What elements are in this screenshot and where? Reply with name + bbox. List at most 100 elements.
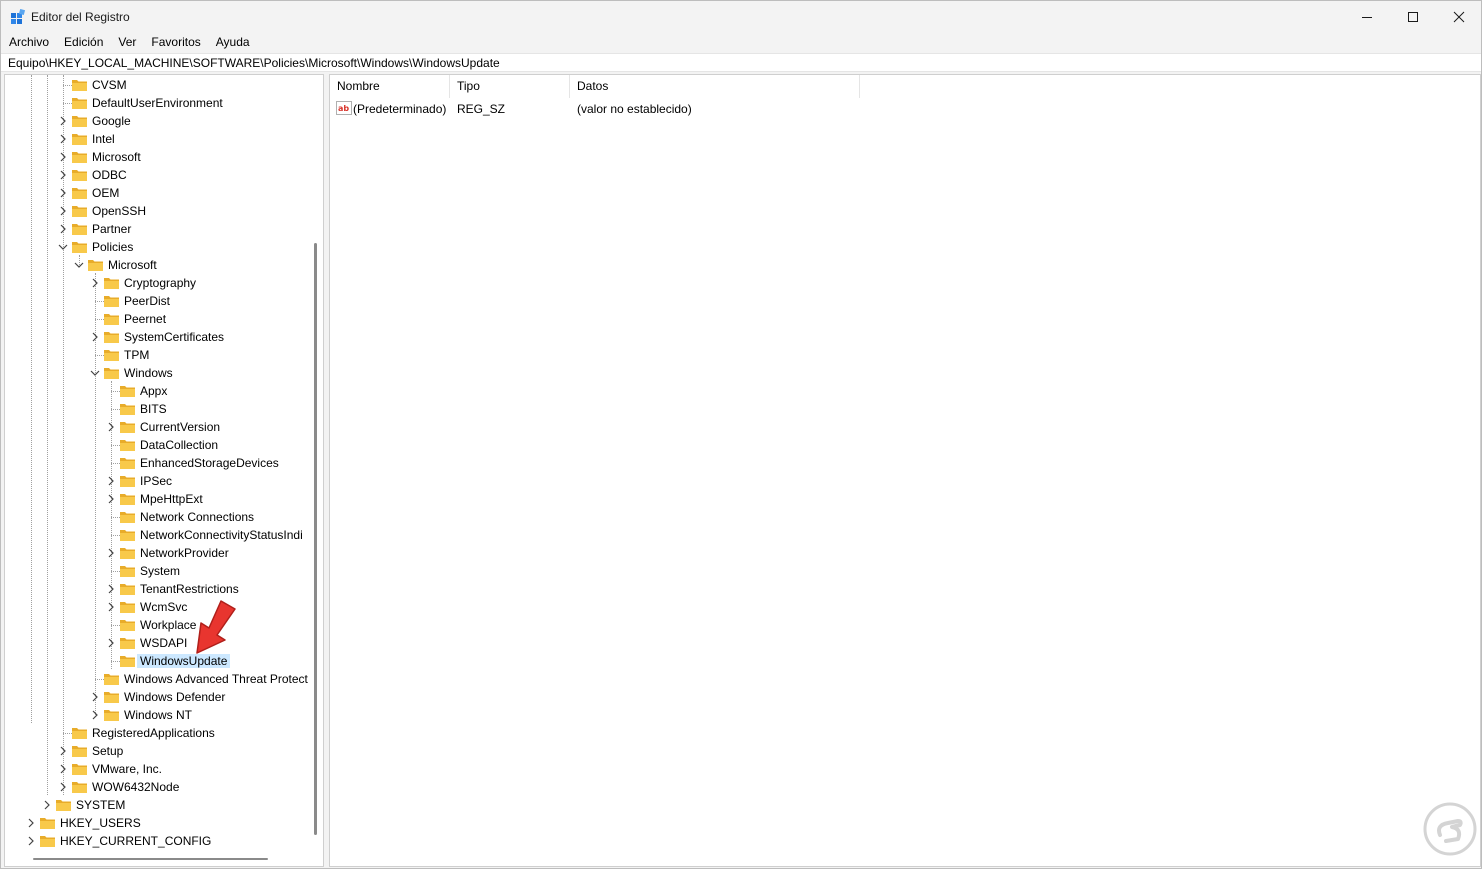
chevron-right-icon[interactable] bbox=[25, 817, 37, 829]
folder-icon bbox=[104, 350, 119, 361]
tree-item-label: Setup bbox=[92, 744, 124, 758]
maximize-button[interactable] bbox=[1390, 1, 1436, 32]
tree-item[interactable]: DefaultUserEnvironment bbox=[5, 94, 311, 112]
title-bar[interactable]: Editor del Registro bbox=[1, 1, 1481, 32]
tree-item[interactable]: Windows Defender bbox=[5, 688, 311, 706]
chevron-down-icon[interactable] bbox=[73, 259, 85, 271]
menu-edicion[interactable]: Edición bbox=[56, 32, 110, 52]
tree-item[interactable]: CurrentVersion bbox=[5, 418, 311, 436]
folder-icon bbox=[120, 584, 135, 595]
column-header-nombre[interactable]: Nombre bbox=[330, 75, 450, 98]
tree-item[interactable]: NetworkConnectivityStatusIndi bbox=[5, 526, 311, 544]
chevron-right-icon[interactable] bbox=[105, 583, 117, 595]
tree-item[interactable]: Setup bbox=[5, 742, 311, 760]
tree-item[interactable]: Workplace bbox=[5, 616, 311, 634]
column-header-datos[interactable]: Datos bbox=[570, 75, 860, 98]
tree-item[interactable]: WSDAPI bbox=[5, 634, 311, 652]
tree-item[interactable]: WcmSvc bbox=[5, 598, 311, 616]
tree-item[interactable]: NetworkProvider bbox=[5, 544, 311, 562]
menu-ver[interactable]: Ver bbox=[110, 32, 143, 52]
tree-item[interactable]: Partner bbox=[5, 220, 311, 238]
tree-item[interactable]: PeerDist bbox=[5, 292, 311, 310]
chevron-right-icon[interactable] bbox=[57, 133, 69, 145]
tree-item[interactable]: SYSTEM bbox=[5, 796, 311, 814]
chevron-right-icon[interactable] bbox=[105, 493, 117, 505]
tree-item[interactable]: System bbox=[5, 562, 311, 580]
chevron-right-icon[interactable] bbox=[57, 781, 69, 793]
chevron-right-icon[interactable] bbox=[41, 799, 53, 811]
chevron-right-icon[interactable] bbox=[57, 169, 69, 181]
chevron-right-icon[interactable] bbox=[105, 601, 117, 613]
chevron-right-icon[interactable] bbox=[57, 223, 69, 235]
tree-item[interactable]: BITS bbox=[5, 400, 311, 418]
chevron-right-icon[interactable] bbox=[57, 205, 69, 217]
tree-item[interactable]: TPM bbox=[5, 346, 311, 364]
tree-item[interactable]: Windows bbox=[5, 364, 311, 382]
tree-item[interactable]: Policies bbox=[5, 238, 311, 256]
tree-item[interactable]: OEM bbox=[5, 184, 311, 202]
chevron-down-icon[interactable] bbox=[89, 367, 101, 379]
tree-item[interactable]: WindowsUpdate bbox=[5, 652, 311, 670]
chevron-right-icon[interactable] bbox=[57, 187, 69, 199]
maximize-icon bbox=[1408, 11, 1418, 22]
tree-item[interactable]: Google bbox=[5, 112, 311, 130]
chevron-right-icon[interactable] bbox=[89, 691, 101, 703]
tree-item[interactable]: VMware, Inc. bbox=[5, 760, 311, 778]
tree-item[interactable]: HKEY_CURRENT_CONFIG bbox=[5, 832, 311, 850]
value-row[interactable]: ab (Predeterminado) REG_SZ (valor no est… bbox=[330, 99, 860, 119]
chevron-right-icon[interactable] bbox=[89, 277, 101, 289]
tree-item[interactable]: EnhancedStorageDevices bbox=[5, 454, 311, 472]
chevron-right-icon[interactable] bbox=[57, 745, 69, 757]
tree-item[interactable]: ODBC bbox=[5, 166, 311, 184]
menu-favoritos[interactable]: Favoritos bbox=[143, 32, 207, 52]
tree-item[interactable]: Peernet bbox=[5, 310, 311, 328]
tree-item[interactable]: HKEY_USERS bbox=[5, 814, 311, 832]
tree-item[interactable]: RegisteredApplications bbox=[5, 724, 311, 742]
chevron-right-icon[interactable] bbox=[57, 151, 69, 163]
tree-item[interactable]: Microsoft bbox=[5, 256, 311, 274]
folder-icon bbox=[72, 170, 87, 181]
tree-item[interactable]: Cryptography bbox=[5, 274, 311, 292]
tree-item[interactable]: Intel bbox=[5, 130, 311, 148]
chevron-right-icon[interactable] bbox=[105, 421, 117, 433]
tree-item[interactable]: OpenSSH bbox=[5, 202, 311, 220]
tree-item[interactable]: DataCollection bbox=[5, 436, 311, 454]
folder-icon bbox=[120, 512, 135, 523]
address-path[interactable]: Equipo\HKEY_LOCAL_MACHINE\SOFTWARE\Polic… bbox=[8, 56, 500, 70]
column-header-tipo[interactable]: Tipo bbox=[450, 75, 570, 98]
chevron-right-icon[interactable] bbox=[105, 547, 117, 559]
values-list-pane[interactable]: Nombre Tipo Datos ab (Predeterminado) RE… bbox=[329, 74, 1481, 867]
tree-item[interactable]: SystemCertificates bbox=[5, 328, 311, 346]
tree-item[interactable]: Network Connections bbox=[5, 508, 311, 526]
tree-item-label: Workplace bbox=[140, 618, 197, 632]
minimize-button[interactable] bbox=[1344, 1, 1390, 32]
tree-item-label: WcmSvc bbox=[140, 600, 188, 614]
close-button[interactable] bbox=[1436, 1, 1482, 32]
chevron-down-icon[interactable] bbox=[57, 241, 69, 253]
tree-item[interactable]: Windows Advanced Threat Protect bbox=[5, 670, 311, 688]
chevron-right-icon[interactable] bbox=[25, 835, 37, 847]
address-bar[interactable]: Equipo\HKEY_LOCAL_MACHINE\SOFTWARE\Polic… bbox=[1, 53, 1481, 72]
chevron-right-icon[interactable] bbox=[57, 763, 69, 775]
folder-icon bbox=[104, 314, 119, 325]
tree-item[interactable]: Appx bbox=[5, 382, 311, 400]
menu-ayuda[interactable]: Ayuda bbox=[208, 32, 257, 52]
tree-vertical-scrollbar[interactable] bbox=[314, 243, 317, 835]
tree-item[interactable]: CVSM bbox=[5, 76, 311, 94]
tree-horizontal-scrollbar[interactable] bbox=[33, 858, 268, 860]
tree-item[interactable]: Microsoft bbox=[5, 148, 311, 166]
chevron-right-icon[interactable] bbox=[57, 115, 69, 127]
menu-archivo[interactable]: Archivo bbox=[1, 32, 56, 52]
key-tree-pane[interactable]: CVSM DefaultUserEnvironment Google Intel Mic… bbox=[4, 74, 324, 867]
folder-icon bbox=[120, 458, 135, 469]
chevron-right-icon[interactable] bbox=[105, 637, 117, 649]
tree-item[interactable]: MpeHttpExt bbox=[5, 490, 311, 508]
tree-item[interactable]: IPSec bbox=[5, 472, 311, 490]
tree-item[interactable]: WOW6432Node bbox=[5, 778, 311, 796]
tree-item[interactable]: TenantRestrictions bbox=[5, 580, 311, 598]
chevron-right-icon[interactable] bbox=[105, 475, 117, 487]
tree-item-label: DataCollection bbox=[140, 438, 219, 452]
chevron-right-icon[interactable] bbox=[89, 709, 101, 721]
tree-item[interactable]: Windows NT bbox=[5, 706, 311, 724]
chevron-right-icon[interactable] bbox=[89, 331, 101, 343]
